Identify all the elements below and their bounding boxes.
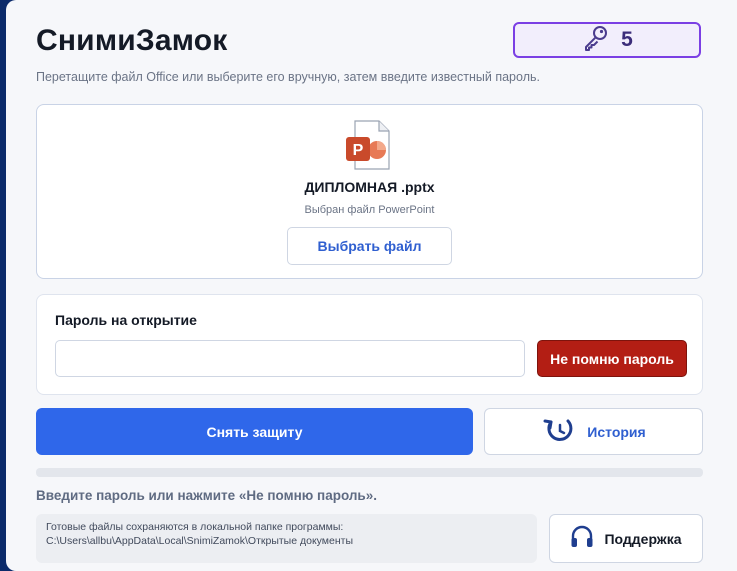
support-label: Поддержка	[604, 530, 682, 547]
key-icon	[581, 24, 609, 57]
password-card: Пароль на открытие Не помню пароль	[36, 294, 703, 395]
app-title: СнимиЗамок	[36, 24, 228, 57]
support-button[interactable]: Поддержка	[549, 514, 703, 563]
forgot-password-button[interactable]: Не помню пароль	[537, 340, 687, 377]
selected-file-type: Выбран файл PowerPoint	[304, 204, 435, 216]
attempts-count: 5	[621, 28, 633, 51]
saved-files-info: Готовые файлы сохраняются в локальной па…	[36, 514, 537, 563]
history-button[interactable]: История	[484, 408, 703, 455]
status-hint: Введите пароль или нажмите «Не помню пар…	[36, 488, 377, 503]
history-label: История	[587, 423, 646, 440]
progress-bar	[36, 468, 703, 477]
password-label: Пароль на открытие	[55, 312, 197, 328]
password-input[interactable]	[55, 340, 525, 377]
selected-file-name: ДИПЛОМНАЯ .pptx	[304, 179, 435, 195]
headphones-icon	[570, 524, 594, 553]
svg-text:P: P	[353, 142, 364, 159]
remove-protection-button[interactable]: Снять защиту	[36, 408, 473, 455]
app-window: СнимиЗамок 5 Перетащите файл Office или …	[6, 0, 737, 571]
powerpoint-file-icon: P	[345, 120, 391, 170]
file-drop-zone[interactable]: P ДИПЛОМНАЯ .pptx Выбран файл PowerPoint…	[36, 104, 703, 279]
saved-files-text: Готовые файлы сохраняются в локальной па…	[46, 521, 344, 533]
app-subtitle: Перетащите файл Office или выберите его …	[36, 70, 540, 84]
saved-files-path: C:\Users\allbu\AppData\Local\SnimiZamok\…	[46, 535, 354, 547]
history-icon	[541, 416, 575, 447]
attempts-counter: 5	[513, 22, 701, 58]
choose-file-button[interactable]: Выбрать файл	[287, 227, 452, 265]
